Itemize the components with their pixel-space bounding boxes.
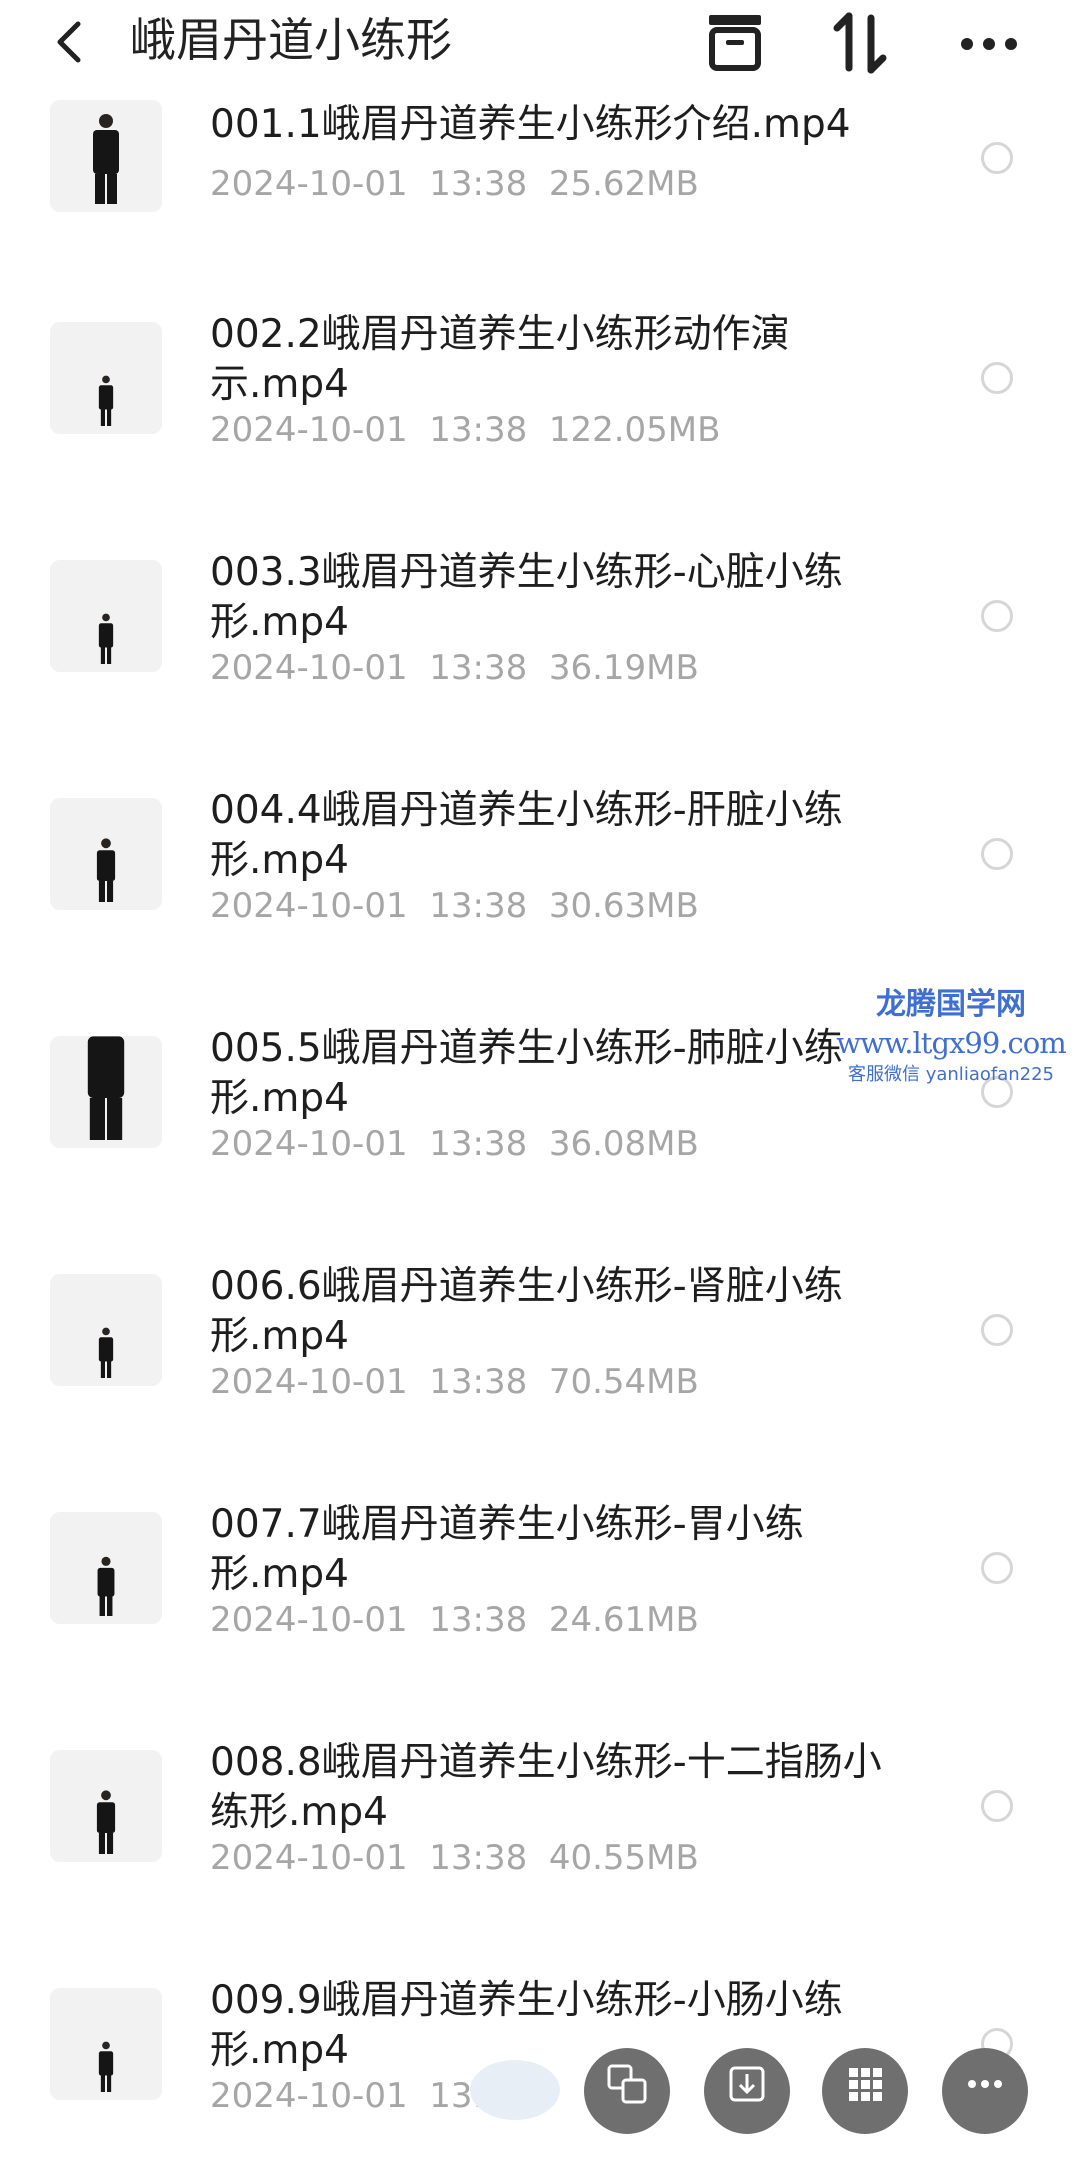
select-radio[interactable] [981,600,1013,632]
video-thumbnail [50,100,162,212]
file-name: 007.7峨眉丹道养生小练形-胃小练形.mp4 [210,1502,804,1597]
file-size: 24.61MB [548,1600,699,1640]
sort-button[interactable] [825,8,895,78]
file-time: 13:38 [429,1838,528,1878]
archive-button[interactable] [700,8,770,78]
select-radio[interactable] [981,1314,1013,1346]
back-button[interactable] [40,12,100,72]
file-size: 36.19MB [548,648,699,688]
translate-icon [607,2064,647,2104]
file-size: 40.55MB [548,1838,699,1878]
file-date: 2024-10-01 [210,1838,408,1878]
person-figure-icon [50,1512,162,1624]
file-name: 001.1峨眉丹道养生小练形介绍.mp4 [210,102,851,147]
file-size: 122.05MB [548,410,721,450]
file-size: 36.08MB [548,1124,699,1164]
file-row[interactable]: 008.8峨眉丹道养生小练形-十二指肠小练形.mp4 2024-10-01 13:… [0,1708,1080,1946]
floating-glow [470,2060,560,2120]
watermark-contact: 客服微信 yanliaofan225 [848,1064,1054,1085]
file-meta: 2024-10-01 13:38 36.08MB [210,1122,699,1166]
file-name: 008.8峨眉丹道养生小练形-十二指肠小练形.mp4 [210,1740,882,1835]
file-date: 2024-10-01 [210,164,408,204]
grid-icon [849,2068,882,2101]
file-meta: 2024-10-01 13:38 36.19MB [210,646,699,690]
file-row[interactable]: 002.2峨眉丹道养生小练形动作演示.mp4 2024-10-01 13:38 1… [0,280,1080,518]
file-size: 30.63MB [548,886,699,926]
more-icon [968,2080,1002,2088]
file-time: 13:38 [429,1124,528,1164]
grid-view-button[interactable] [822,2048,908,2134]
file-size: 25.62MB [548,164,699,204]
video-thumbnail [50,798,162,910]
person-figure-icon [50,100,162,212]
file-date: 2024-10-01 [210,886,408,926]
video-thumbnail [50,322,162,434]
app-header: 峨眉丹道小练形 [0,0,1080,100]
video-thumbnail [50,1274,162,1386]
file-date: 2024-10-01 [210,1362,408,1402]
select-radio[interactable] [981,362,1013,394]
person-figure-icon [50,1750,162,1862]
file-meta: 2024-10-01 13:38 122.05MB [210,408,720,452]
file-time: 13:38 [429,886,528,926]
select-radio[interactable] [981,838,1013,870]
person-figure-icon [50,1036,162,1148]
person-figure-icon [50,1274,162,1386]
select-radio[interactable] [981,1790,1013,1822]
video-thumbnail [50,1036,162,1148]
select-radio[interactable] [981,142,1013,174]
person-figure-icon [50,560,162,672]
more-options-button[interactable] [955,8,1025,78]
more-actions-button[interactable] [942,2048,1028,2134]
video-thumbnail [50,1750,162,1862]
video-thumbnail [50,1512,162,1624]
file-date: 2024-10-01 [210,410,408,450]
file-time: 13:38 [429,164,528,204]
watermark-title: 龙腾国学网 [876,987,1026,1022]
file-time: 13:38 [429,648,528,688]
bottom-action-bar [0,2020,1080,2134]
file-date: 2024-10-01 [210,648,408,688]
video-thumbnail [50,560,162,672]
translate-button[interactable] [584,2048,670,2134]
file-name: 003.3峨眉丹道养生小练形-心脏小练形.mp4 [210,550,843,645]
download-icon [729,2066,765,2102]
file-name: 006.6峨眉丹道养生小练形-肾脏小练形.mp4 [210,1264,843,1359]
file-date: 2024-10-01 [210,1600,408,1640]
file-name: 004.4峨眉丹道养生小练形-肝脏小练形.mp4 [210,788,843,883]
file-meta: 2024-10-01 13:38 30.63MB [210,884,699,928]
file-row[interactable]: 003.3峨眉丹道养生小练形-心脏小练形.mp4 2024-10-01 13:38… [0,518,1080,756]
watermark-url: www.ltgx99.com [836,1026,1066,1060]
select-radio[interactable] [981,1552,1013,1584]
file-row[interactable]: 006.6峨眉丹道养生小练形-肾脏小练形.mp4 2024-10-01 13:38… [0,1232,1080,1470]
file-meta: 2024-10-01 13:38 70.54MB [210,1360,699,1404]
file-name: 002.2峨眉丹道养生小练形动作演示.mp4 [210,312,790,407]
watermark: 龙腾国学网 www.ltgx99.com 客服微信 yanliaofan225 [826,985,1076,1089]
file-size: 70.54MB [548,1362,699,1402]
file-time: 13:38 [429,1600,528,1640]
file-row[interactable]: 007.7峨眉丹道养生小练形-胃小练形.mp4 2024-10-01 13:38 … [0,1470,1080,1708]
file-row[interactable]: 001.1峨眉丹道养生小练形介绍.mp4 2024-10-01 13:38 25.… [0,100,1080,280]
more-icon [961,38,1017,50]
file-list: 001.1峨眉丹道养生小练形介绍.mp4 2024-10-01 13:38 25.… [0,100,1080,2184]
page-title: 峨眉丹道小练形 [130,13,452,67]
back-arrow-icon [57,21,81,63]
file-meta: 2024-10-01 13:38 40.55MB [210,1836,699,1880]
person-figure-icon [50,798,162,910]
person-figure-icon [50,322,162,434]
file-meta: 2024-10-01 13:38 25.62MB [210,162,699,206]
file-date: 2024-10-01 [210,1124,408,1164]
archive-box-icon [709,15,761,71]
file-meta: 2024-10-01 13:38 24.61MB [210,1598,699,1642]
file-time: 13:38 [429,1362,528,1402]
file-time: 13:38 [429,410,528,450]
download-button[interactable] [704,2048,790,2134]
sort-icon [833,12,887,74]
file-row[interactable]: 004.4峨眉丹道养生小练形-肝脏小练形.mp4 2024-10-01 13:38… [0,756,1080,994]
file-name: 005.5峨眉丹道养生小练形-肺脏小练形.mp4 [210,1026,843,1121]
